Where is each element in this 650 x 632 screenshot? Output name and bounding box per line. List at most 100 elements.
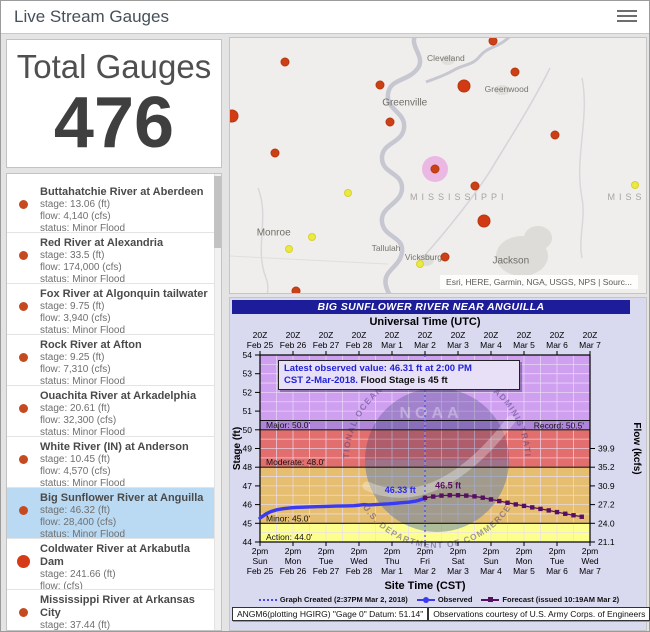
gauge-name: Ouachita River at Arkadelphia — [40, 386, 196, 403]
gauge-marker[interactable] — [489, 37, 498, 46]
map-state-label: MISSISS — [607, 192, 647, 202]
gauge-status-dot — [19, 200, 28, 209]
list-scrollbar-thumb[interactable] — [214, 176, 221, 248]
gauge-status: status: Minor Flood — [40, 376, 142, 386]
site-date-label: Mar 2 — [414, 566, 436, 576]
site-time-label: 2pm — [516, 546, 533, 556]
flow-tick-label: 27.2 — [598, 500, 615, 510]
gauge-item-body: Buttahatchie River at Aberdeenstage: 13.… — [40, 182, 203, 232]
map-city-label: Cleveland — [427, 53, 465, 63]
gauge-marker[interactable] — [385, 118, 394, 127]
gauge-marker[interactable] — [416, 260, 424, 268]
gauge-marker[interactable] — [441, 253, 450, 262]
forecast-point — [456, 493, 460, 497]
gauge-status-dot — [19, 608, 28, 617]
gauge-list-item[interactable]: Rock River at Aftonstage: 9.25 (ft)flow:… — [7, 335, 221, 386]
gauge-list-item[interactable]: Fox River at Algonquin tailwaterstage: 9… — [7, 284, 221, 335]
flood-threshold-label-action: Action: 44.0' — [266, 532, 313, 542]
legend-observed: Observed — [417, 595, 473, 604]
site-time-axis-title: Site Time (CST) — [260, 580, 590, 592]
minor-river-path — [580, 78, 585, 258]
gauge-list-item[interactable]: Big Sunflower River at Anguillastage: 46… — [7, 488, 221, 539]
gauge-status-dot-column — [7, 233, 40, 283]
flood-threshold-label-moderate: Moderate: 48.0' — [266, 457, 325, 467]
gauge-marker[interactable] — [281, 57, 290, 66]
stage-tick-label: 53 — [243, 369, 253, 379]
page-title: Live Stream Gauges — [14, 7, 169, 27]
map-city-label: Greenville — [382, 98, 427, 109]
map[interactable]: Esri, HERE, Garmin, NGA, USGS, NPS | Sou… — [229, 37, 647, 294]
forecast-point — [505, 501, 509, 505]
latest-observed-line2: CST 2-Mar-2018. Flood Stage is 45 ft — [284, 375, 514, 387]
gauge-flow: flow: 32,300 (cfs) — [40, 415, 196, 427]
gauge-stage: stage: 9.75 (ft) — [40, 301, 208, 313]
map-city-label: Tallulah — [372, 243, 401, 253]
stage-tick-label: 46 — [243, 500, 253, 510]
gauge-flow: flow: 28,400 (cfs) — [40, 517, 203, 529]
gauge-name: Mississippi River at Arkansas City — [40, 590, 209, 620]
site-dow-label: Sat — [452, 556, 465, 566]
gauge-status-dot-column — [7, 488, 40, 538]
gauge-list-item[interactable]: White River (IN) at Andersonstage: 10.45… — [7, 437, 221, 488]
utc-date-label: Mar 2 — [414, 340, 436, 350]
gauge-name: Coldwater River at Arkabutla Dam — [40, 539, 209, 569]
gauge-marker[interactable] — [308, 233, 316, 241]
gauge-list-item[interactable]: Mississippi River at Arkansas Citystage:… — [7, 590, 221, 631]
gauge-status-dot — [19, 455, 28, 464]
gauge-marker[interactable] — [285, 245, 293, 253]
site-time-label: 2pm — [252, 546, 269, 556]
dotted-line-icon — [259, 599, 277, 601]
stage-axis-title: Stage (ft) — [232, 427, 243, 470]
utc-tick-label: 20Z — [484, 330, 499, 340]
utc-tick-label: 20Z — [319, 330, 334, 340]
site-time-label: 2pm — [351, 546, 368, 556]
stage-tick-label: 50 — [243, 425, 253, 435]
gauge-list: Buttahatchie River at Aberdeenstage: 13.… — [6, 173, 222, 631]
gauge-marker[interactable] — [344, 189, 352, 197]
gauge-name: White River (IN) at Anderson — [40, 437, 189, 454]
utc-date-label: Mar 3 — [447, 340, 469, 350]
selected-gauge-halo — [422, 156, 448, 182]
gauge-marker[interactable] — [292, 286, 301, 294]
gauge-list-item[interactable]: Buttahatchie River at Aberdeenstage: 13.… — [7, 182, 221, 233]
gauge-marker[interactable] — [375, 80, 384, 89]
flood-stage-note: Flood Stage is 45 ft — [358, 375, 448, 386]
gauge-list-item[interactable]: Red River at Alexandriastage: 33.5 (ft)f… — [7, 233, 221, 284]
utc-date-label: Feb 28 — [346, 340, 373, 350]
map-urban-area-jackson — [524, 226, 552, 250]
gauge-stage: stage: 37.44 (ft) — [40, 620, 209, 631]
list-scrollbar[interactable] — [214, 174, 221, 630]
legend-graph-created: Graph Created (2:37PM Mar 2, 2018) — [259, 595, 408, 604]
utc-tick-label: 20Z — [550, 330, 565, 340]
gauge-list-item[interactable]: Coldwater River at Arkabutla Damstage: 2… — [7, 539, 221, 590]
gauge-marker-selected[interactable] — [431, 165, 440, 174]
gauge-marker[interactable] — [270, 149, 279, 158]
gauge-marker[interactable] — [470, 181, 479, 190]
forecast-point — [464, 493, 468, 497]
flow-tick-label: 24.0 — [598, 518, 615, 528]
site-time-label: 2pm — [549, 546, 566, 556]
gauge-status-dot-column — [7, 335, 40, 385]
flow-tick-label: 21.1 — [598, 537, 615, 547]
site-date-label: Mar 6 — [546, 566, 568, 576]
gauge-stage: stage: 20.61 (ft) — [40, 403, 196, 415]
chart-footnotes: ANGM6(plotting HGIRG) "Gage 0" Datum: 51… — [232, 607, 626, 621]
record-label: Record: 50.5' — [534, 420, 585, 430]
gauge-item-body: Mississippi River at Arkansas Citystage:… — [40, 590, 209, 631]
gauge-marker[interactable] — [631, 181, 639, 189]
state-boundary-line — [230, 256, 388, 264]
gauge-name: Red River at Alexandria — [40, 233, 163, 250]
flow-tick-label: 30.9 — [598, 481, 615, 491]
gauge-marker[interactable] — [551, 131, 560, 140]
gauge-item-body: Big Sunflower River at Anguillastage: 46… — [40, 488, 203, 538]
gauge-marker[interactable] — [457, 79, 470, 92]
gauge-marker[interactable] — [510, 67, 519, 76]
gauge-status: status: Minor Flood — [40, 274, 163, 284]
gauge-status-dot — [19, 506, 28, 515]
gauge-marker[interactable] — [478, 214, 491, 227]
gauge-item-body: Fox River at Algonquin tailwaterstage: 9… — [40, 284, 208, 334]
menu-icon[interactable] — [617, 10, 637, 25]
forecast-point — [481, 495, 485, 499]
forecast-point — [431, 494, 435, 498]
gauge-list-item[interactable]: Ouachita River at Arkadelphiastage: 20.6… — [7, 386, 221, 437]
